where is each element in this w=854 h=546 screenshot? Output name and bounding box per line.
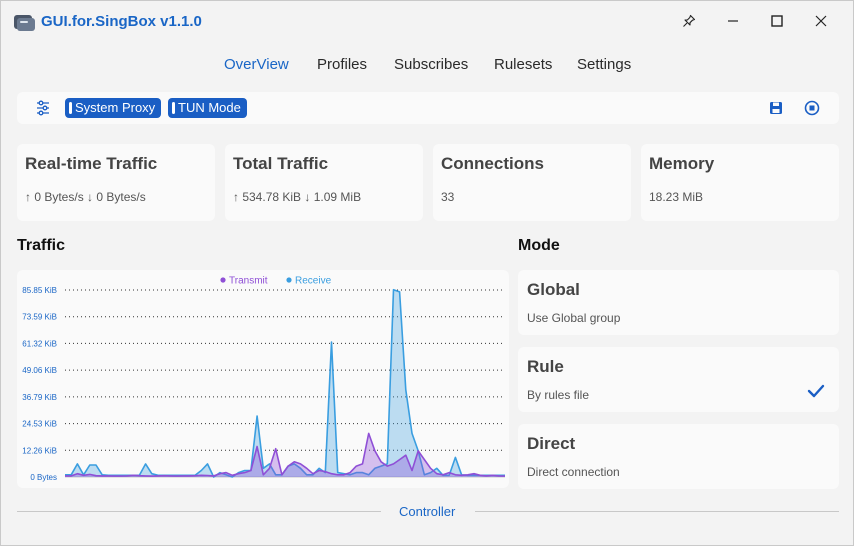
pin-icon — [683, 14, 696, 27]
tab-settings[interactable]: Settings — [577, 56, 631, 73]
minimize-icon — [728, 20, 738, 22]
mode-title: Direct — [527, 434, 576, 453]
tab-rulesets[interactable]: Rulesets — [494, 56, 552, 73]
title-bar[interactable]: GUI.for.SingBox v1.1.0 — [1, 1, 853, 43]
stat-card-connections[interactable]: Connections 33 — [433, 144, 631, 221]
card-title: Memory — [649, 154, 715, 173]
mode-desc: Use Global group — [527, 311, 621, 325]
system-proxy-toggle[interactable]: System Proxy — [65, 98, 162, 118]
y-tick-label: 49.06 KiB — [22, 366, 57, 375]
stat-card-realtime-traffic: Real-time Traffic ↑ 0 Bytes/s ↓ 0 Bytes/… — [17, 144, 215, 221]
mode-desc: By rules file — [527, 388, 590, 402]
mode-title: Rule — [527, 357, 564, 376]
card-value: 18.23 MiB — [649, 190, 704, 204]
stop-icon[interactable] — [803, 99, 821, 117]
card-value: ↑ 0 Bytes/s ↓ 0 Bytes/s — [25, 190, 146, 204]
y-tick-label: 24.53 KiB — [22, 420, 57, 429]
stat-card-total-traffic: Total Traffic ↑ 534.78 KiB ↓ 1.09 MiB — [225, 144, 423, 221]
save-icon[interactable] — [767, 99, 785, 117]
checkmark-icon — [807, 384, 825, 398]
traffic-chart-svg: 0 Bytes 12.26 KiB 24.53 KiB 36.79 KiB 49.06 … — [22, 276, 506, 482]
traffic-chart: 0 Bytes 12.26 KiB 24.53 KiB 36.79 KiB 49.06 … — [17, 270, 509, 488]
mode-heading: Mode — [518, 237, 560, 254]
tun-mode-toggle[interactable]: TUN Mode — [168, 98, 247, 118]
pin-button[interactable] — [667, 1, 711, 41]
traffic-heading: Traffic — [17, 237, 66, 254]
footer-divider-right — [475, 511, 839, 512]
card-title: Real-time Traffic — [25, 154, 158, 173]
y-tick-label: 0 Bytes — [30, 473, 57, 482]
sliders-icon[interactable] — [34, 99, 52, 117]
tab-profiles[interactable]: Profiles — [317, 56, 367, 73]
close-button[interactable] — [799, 1, 843, 41]
y-tick-label: 85.85 KiB — [22, 286, 57, 295]
legend-label-receive: Receive — [295, 276, 332, 287]
card-title: Connections — [441, 154, 544, 173]
tab-overview[interactable]: OverView — [224, 56, 289, 73]
footer-divider-left — [17, 511, 381, 512]
tab-subscribes[interactable]: Subscribes — [394, 56, 468, 73]
stat-card-memory: Memory 18.23 MiB — [641, 144, 839, 221]
app-logo-icon — [14, 15, 35, 31]
maximize-button[interactable] — [755, 1, 799, 41]
mode-desc: Direct connection — [527, 465, 620, 479]
y-tick-label: 12.26 KiB — [22, 446, 57, 455]
overview-toolbar: System Proxy TUN Mode — [17, 92, 839, 124]
card-title: Total Traffic — [233, 154, 329, 173]
legend-label-transmit: Transmit — [229, 276, 268, 287]
series-area-receive — [65, 289, 505, 477]
y-tick-label: 36.79 KiB — [22, 393, 57, 402]
card-value: ↑ 534.78 KiB ↓ 1.09 MiB — [233, 190, 362, 204]
mode-title: Global — [527, 280, 580, 299]
series-line-receive — [65, 288, 505, 478]
legend-marker-receive — [286, 277, 292, 283]
main-nav: OverView Profiles Subscribes Rulesets Se… — [1, 56, 853, 78]
y-tick-label: 61.32 KiB — [22, 339, 57, 348]
legend-marker-transmit — [220, 277, 226, 283]
mode-option-global[interactable]: Global Use Global group — [518, 270, 839, 335]
mode-option-rule[interactable]: Rule By rules file — [518, 347, 839, 412]
close-icon — [815, 15, 827, 27]
minimize-button[interactable] — [711, 1, 755, 41]
card-value: 33 — [441, 190, 455, 204]
mode-option-direct[interactable]: Direct Direct connection — [518, 424, 839, 489]
controller-link[interactable]: Controller — [399, 504, 455, 519]
maximize-icon — [771, 15, 783, 27]
app-title: GUI.for.SingBox v1.1.0 — [41, 13, 202, 30]
y-tick-label: 73.59 KiB — [22, 313, 57, 322]
